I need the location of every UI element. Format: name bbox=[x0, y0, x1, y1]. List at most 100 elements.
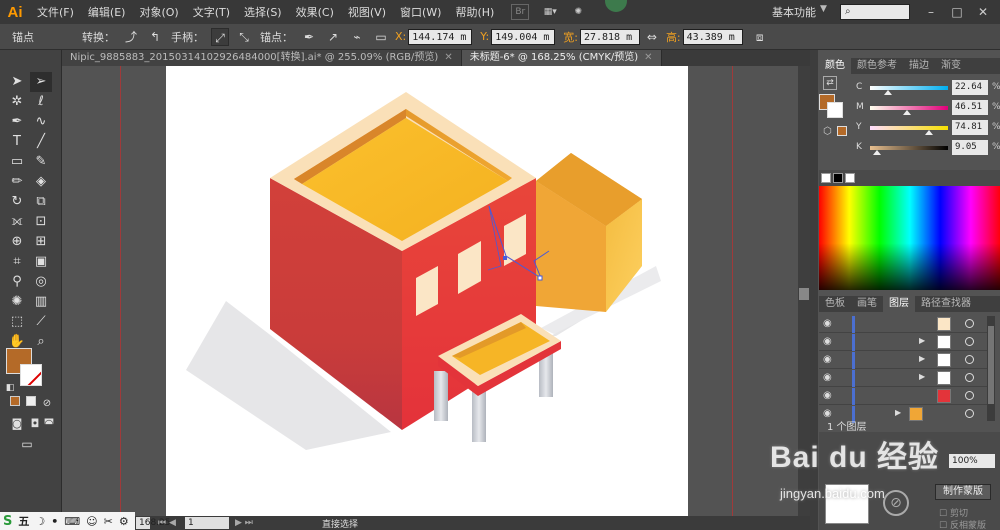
remove-anchor-icon[interactable]: ✒ bbox=[300, 28, 318, 46]
expand-arrow-icon[interactable]: ▶ bbox=[919, 336, 925, 345]
ime-scissors-icon[interactable]: ✂ bbox=[101, 515, 116, 528]
black-swatch[interactable] bbox=[833, 173, 843, 183]
channel-value-field[interactable]: 74.81 bbox=[952, 120, 988, 135]
width-field[interactable]: 27.818 m bbox=[579, 28, 640, 45]
curvature-tool-icon[interactable]: ∿ bbox=[30, 112, 52, 132]
target-icon[interactable] bbox=[965, 355, 974, 364]
menu-window[interactable]: 窗口(W) bbox=[393, 4, 448, 20]
screen-mode-icon[interactable]: ▭ bbox=[16, 434, 38, 454]
white-swatch[interactable] bbox=[845, 173, 855, 183]
opacity-field[interactable]: 100% bbox=[949, 454, 995, 468]
layer-row[interactable]: ◉ bbox=[819, 388, 995, 405]
slider-thumb[interactable] bbox=[883, 90, 892, 95]
menu-select[interactable]: 选择(S) bbox=[237, 4, 289, 20]
pencil-icon[interactable]: ✏ bbox=[6, 172, 28, 192]
y-field[interactable]: 149.004 m bbox=[491, 28, 556, 45]
maximize-button[interactable]: □ bbox=[948, 3, 966, 21]
artboard[interactable] bbox=[166, 66, 688, 516]
symbol-sprayer-icon[interactable]: ✺ bbox=[6, 292, 28, 312]
target-icon[interactable] bbox=[965, 391, 974, 400]
channel-slider[interactable] bbox=[870, 86, 948, 90]
make-mask-button[interactable]: 制作蒙版 bbox=[935, 484, 991, 500]
line-tool-icon[interactable]: ╱ bbox=[30, 132, 52, 152]
convert-to-smooth-icon[interactable]: ↰ bbox=[146, 28, 164, 46]
menu-object[interactable]: 对象(O) bbox=[132, 4, 185, 20]
menu-help[interactable]: 帮助(H) bbox=[448, 4, 501, 20]
layer-row[interactable]: ◉ ▶ bbox=[819, 334, 995, 351]
type-tool-icon[interactable]: T bbox=[6, 132, 28, 152]
channel-slider[interactable] bbox=[870, 126, 948, 130]
menu-view[interactable]: 视图(V) bbox=[341, 4, 393, 20]
width-tool-icon[interactable]: ⟗ bbox=[6, 212, 28, 232]
graph-tool-icon[interactable]: ▥ bbox=[30, 292, 52, 312]
direct-selection-tool-icon[interactable]: ➢ bbox=[30, 72, 52, 92]
tab-pathfinder[interactable]: 路径查找器 bbox=[915, 296, 977, 312]
channel-slider[interactable] bbox=[870, 146, 948, 150]
connect-anchor-icon[interactable]: ↗ bbox=[324, 28, 342, 46]
scrollbar-thumb[interactable] bbox=[799, 288, 809, 300]
channel-value-field[interactable]: 46.51 bbox=[952, 100, 988, 115]
eyedropper-icon[interactable]: ⚲ bbox=[6, 272, 28, 292]
target-icon[interactable] bbox=[965, 409, 974, 418]
scale-icon[interactable]: ⧉ bbox=[30, 192, 52, 212]
free-transform-icon[interactable]: ⊡ bbox=[30, 212, 52, 232]
menu-file[interactable]: 文件(F) bbox=[30, 4, 81, 20]
rotate-icon[interactable]: ↻ bbox=[6, 192, 28, 212]
close-button[interactable]: ✕ bbox=[974, 3, 992, 21]
tab-color[interactable]: 颜色 bbox=[819, 58, 851, 74]
page-forward-icon[interactable]: ▶ ⏭ bbox=[232, 517, 262, 529]
rectangle-tool-icon[interactable]: ▭ bbox=[6, 152, 28, 172]
tab-swatches[interactable]: 色板 bbox=[819, 296, 851, 312]
ime-settings-icon[interactable]: ⚙ bbox=[116, 515, 132, 528]
tab-layers[interactable]: 图层 bbox=[883, 296, 915, 312]
eraser-icon[interactable]: ◈ bbox=[30, 172, 52, 192]
invert-mask-checkbox[interactable]: ☐ 反相蒙版 bbox=[939, 518, 986, 530]
shape-builder-icon[interactable]: ⊕ bbox=[6, 232, 28, 252]
search-input[interactable]: ⌕ bbox=[840, 4, 910, 20]
none-mode-icon[interactable]: ⊘ bbox=[36, 394, 58, 414]
chevron-down-icon[interactable]: ▼ bbox=[820, 4, 827, 14]
page-nav-icon[interactable]: ⏮ ◀ bbox=[155, 517, 181, 529]
slider-thumb[interactable] bbox=[873, 150, 882, 155]
target-icon[interactable] bbox=[965, 373, 974, 382]
tab-stroke[interactable]: 描边 bbox=[903, 58, 935, 74]
expand-arrow-icon[interactable]: ▶ bbox=[919, 354, 925, 363]
target-icon[interactable] bbox=[965, 337, 974, 346]
panel-stroke-swatch[interactable] bbox=[827, 102, 843, 118]
menu-edit[interactable]: 编辑(E) bbox=[81, 4, 133, 20]
gradient-icon[interactable]: ▣ bbox=[30, 252, 52, 272]
layers-scrollbar[interactable] bbox=[987, 316, 995, 421]
height-field[interactable]: 43.389 m bbox=[682, 28, 743, 45]
transform-icon[interactable]: ⧈ bbox=[751, 28, 769, 46]
canvas-area[interactable] bbox=[62, 66, 810, 516]
target-icon[interactable] bbox=[965, 319, 974, 328]
eye-icon[interactable]: ◉ bbox=[823, 372, 835, 384]
cut-path-icon[interactable]: ⌁ bbox=[348, 28, 366, 46]
tab-document-2[interactable]: 未标题-6* @ 168.25% (CMYK/预览) ✕ bbox=[461, 50, 662, 66]
arrange-documents-icon[interactable]: ▦▾ bbox=[541, 4, 559, 20]
stroke-color-swatch[interactable] bbox=[20, 364, 42, 386]
none-swatch-icon[interactable] bbox=[821, 173, 831, 183]
magic-wand-icon[interactable]: ✲ bbox=[6, 92, 28, 112]
workspace-switcher[interactable]: 基本功能 bbox=[772, 4, 816, 20]
out-of-gamut-swatch[interactable] bbox=[837, 126, 847, 136]
ime-logo-icon[interactable]: S bbox=[0, 514, 15, 529]
gpu-performance-icon[interactable]: ✺ bbox=[569, 4, 587, 20]
tab-gradient[interactable]: 渐变 bbox=[935, 58, 967, 74]
slice-tool-icon[interactable]: ⟋ bbox=[30, 312, 52, 332]
eye-icon[interactable]: ◉ bbox=[823, 390, 835, 402]
mesh-icon[interactable]: ⌗ bbox=[6, 252, 28, 272]
expand-arrow-icon[interactable]: ▶ bbox=[919, 372, 925, 381]
ime-keyboard-icon[interactable]: ⌨ bbox=[61, 515, 83, 528]
tab-brushes[interactable]: 画笔 bbox=[851, 296, 883, 312]
layer-row[interactable]: ◉ bbox=[819, 316, 995, 333]
tab-color-guide[interactable]: 颜色参考 bbox=[851, 58, 903, 74]
channel-value-field[interactable]: 22.64 bbox=[952, 80, 988, 95]
slider-thumb[interactable] bbox=[902, 110, 911, 115]
layer-row[interactable]: ◉ ▶ bbox=[819, 370, 995, 387]
expand-arrow-icon[interactable]: ▶ bbox=[895, 408, 901, 417]
artboard-tool-icon[interactable]: ⬚ bbox=[6, 312, 28, 332]
close-icon[interactable]: ✕ bbox=[444, 52, 452, 63]
convert-to-corner-icon[interactable]: ⤴ bbox=[122, 28, 140, 46]
page-field[interactable]: 1 bbox=[185, 517, 229, 529]
